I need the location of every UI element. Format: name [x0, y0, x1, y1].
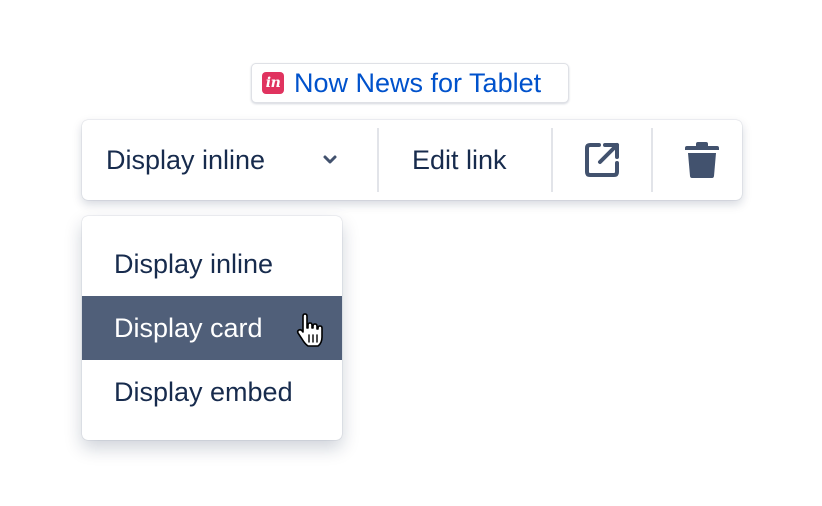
smart-link-title: Now News for Tablet [294, 67, 542, 98]
toolbar-separator [551, 128, 553, 192]
edit-link-label: Edit link [412, 144, 507, 175]
smart-link-chip[interactable]: in Now News for Tablet [251, 63, 569, 103]
menu-item-label: Display card [114, 312, 263, 343]
trash-icon [685, 142, 719, 178]
invision-icon: in [262, 72, 284, 94]
menu-item-label: Display embed [114, 376, 293, 407]
toolbar-separator [651, 128, 653, 192]
display-mode-dropdown[interactable]: Display inline [106, 120, 356, 200]
menu-item-label: Display inline [114, 248, 274, 279]
editor-canvas: in Now News for Tablet Display inline Ed… [0, 0, 822, 506]
chevron-down-icon [323, 155, 337, 164]
menu-item-display-embed[interactable]: Display embed [82, 360, 342, 424]
display-mode-label: Display inline [106, 144, 266, 175]
toolbar-separator [377, 128, 379, 192]
link-toolbar: Display inline Edit link [82, 120, 742, 200]
edit-link-button[interactable]: Edit link [412, 120, 507, 200]
menu-item-display-inline[interactable]: Display inline [82, 232, 342, 296]
open-link-button[interactable] [582, 120, 622, 200]
delete-link-button[interactable] [684, 120, 720, 200]
hand-pointer-icon [296, 313, 323, 347]
open-in-new-window-icon [585, 143, 619, 177]
